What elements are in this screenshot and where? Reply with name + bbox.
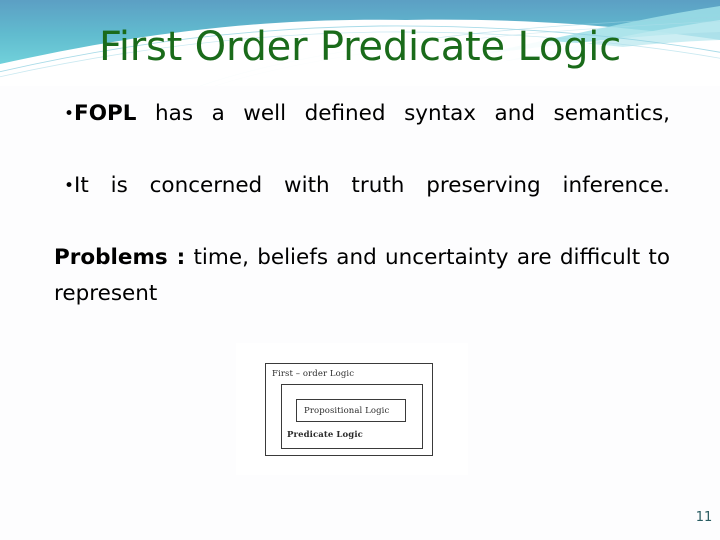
diagram-label-predicate-logic: Predicate Logic xyxy=(287,430,363,440)
body-text-block: •FOPL has a well defined syntax and sema… xyxy=(54,96,670,348)
diagram-middle-box: Propositional Logic Predicate Logic xyxy=(281,384,423,449)
problems-label: Problems : xyxy=(54,245,186,270)
diagram-label-propositional-logic: Propositional Logic xyxy=(304,406,390,416)
bullet-item-2: •It is concerned with truth preserving i… xyxy=(64,168,670,240)
problems-paragraph: Problems : time, beliefs and uncertainty… xyxy=(54,240,670,348)
diagram-label-first-order-logic: First – order Logic xyxy=(272,369,355,379)
bullet-icon: • xyxy=(64,176,75,196)
bullet-item-2-text: It is concerned with truth preserving in… xyxy=(74,173,670,198)
diagram-inner-box: Propositional Logic xyxy=(296,399,406,422)
diagram-outer-box: First – order Logic Propositional Logic … xyxy=(265,363,433,456)
bullet-item-1-text: has a well defined syntax and semantics, xyxy=(136,101,670,126)
slide-canvas: First Order Predicate Logic •FOPL has a … xyxy=(0,0,720,540)
bullet-item-1: •FOPL has a well defined syntax and sema… xyxy=(64,96,670,168)
bullet-icon: • xyxy=(64,104,75,124)
page-title: First Order Predicate Logic xyxy=(98,24,622,70)
logic-hierarchy-diagram: First – order Logic Propositional Logic … xyxy=(236,343,468,475)
page-number: 11 xyxy=(695,510,713,525)
bullet-item-1-lead: FOPL xyxy=(74,101,137,126)
